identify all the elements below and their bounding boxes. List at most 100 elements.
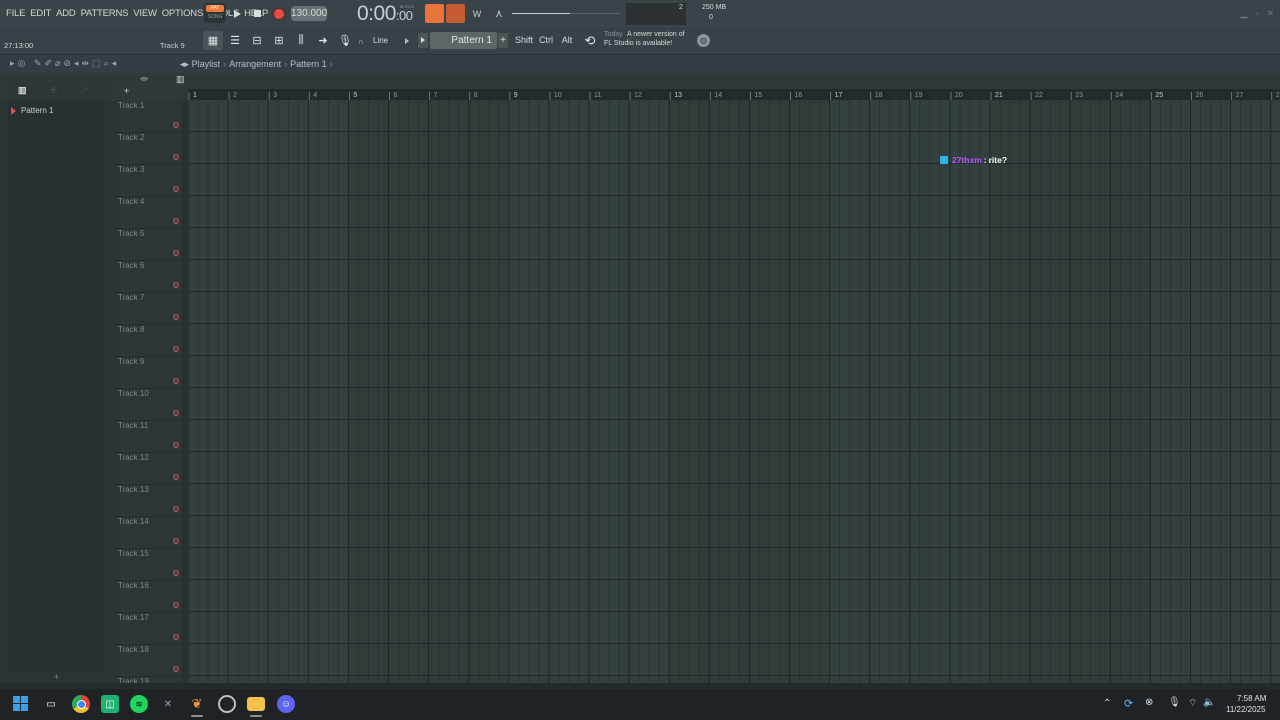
stop-button[interactable]	[248, 5, 266, 22]
microphone-tray-icon[interactable]: 🎙	[1168, 697, 1181, 708]
track-header[interactable]: Track 18	[114, 645, 186, 677]
clock-date[interactable]: 11/22/2025	[1226, 705, 1265, 714]
track-header[interactable]: Track 17	[114, 613, 186, 645]
pattern-prev-button[interactable]	[418, 33, 428, 48]
play-button[interactable]	[228, 5, 246, 22]
sync-icon[interactable]: ⟳	[1124, 697, 1133, 710]
track-header[interactable]: Track 11	[114, 421, 186, 453]
track-header[interactable]: Track 14	[114, 517, 186, 549]
track-mute-icon[interactable]	[173, 538, 179, 544]
mute-tool-icon[interactable]: ⊘	[63, 58, 71, 69]
track-header[interactable]: Track 5	[114, 229, 186, 261]
tray-overflow-icon[interactable]: ⌃	[1103, 698, 1111, 709]
track-resize-handle[interactable]	[182, 357, 186, 389]
slip-tool-icon[interactable]: ◂	[74, 58, 79, 69]
track-resize-handle[interactable]	[182, 389, 186, 421]
picker-automation-icon[interactable]: ⟋	[82, 85, 88, 96]
slice-tool-icon[interactable]: ⇹	[82, 58, 90, 69]
chrome-icon[interactable]	[72, 695, 90, 713]
network-off-icon[interactable]: ⊗	[1145, 697, 1153, 708]
playlist-piano-icon[interactable]: ▥	[176, 74, 185, 85]
track-mute-icon[interactable]	[173, 314, 179, 320]
track-header[interactable]: Track 4	[114, 197, 186, 229]
playlist-menu-icon[interactable]: ▸	[10, 58, 15, 69]
picker-scrollbar[interactable]	[104, 100, 112, 672]
breadcrumb-arrangement[interactable]: Arrangement	[229, 59, 281, 69]
track-mute-icon[interactable]	[173, 506, 179, 512]
wait-for-input-icon[interactable]: W	[468, 5, 486, 23]
track-mute-icon[interactable]	[173, 378, 179, 384]
track-resize-handle[interactable]	[182, 613, 186, 645]
draw-tool-icon[interactable]: ✎	[34, 58, 42, 69]
master-volume-slider[interactable]	[512, 4, 622, 24]
snap-icon[interactable]: ◎	[18, 58, 26, 69]
wifi-icon[interactable]: ⌔	[1188, 697, 1197, 710]
track-mute-icon[interactable]	[173, 154, 179, 160]
track-mute-icon[interactable]	[173, 442, 179, 448]
track-header[interactable]: Track 3	[114, 165, 186, 197]
track-mute-icon[interactable]	[173, 218, 179, 224]
track-mute-icon[interactable]	[173, 186, 179, 192]
add-track-button[interactable]: +	[124, 86, 129, 96]
app-icon[interactable]: ✕	[159, 695, 177, 713]
track-header[interactable]: Track 13	[114, 485, 186, 517]
track-resize-handle[interactable]	[182, 645, 186, 677]
track-header[interactable]: Track 12	[114, 453, 186, 485]
track-mute-icon[interactable]	[173, 122, 179, 128]
menu-file[interactable]: FILE	[6, 8, 25, 19]
maximize-icon[interactable]: ▫	[1255, 8, 1258, 19]
playback-tool-icon[interactable]: ◂	[112, 58, 117, 69]
obs-icon[interactable]	[218, 695, 236, 713]
track-resize-handle[interactable]	[182, 581, 186, 613]
green-app-icon[interactable]: ◫	[101, 695, 119, 713]
paint-tool-icon[interactable]: ✐	[44, 58, 52, 69]
menu-patterns[interactable]: PATTERNS	[81, 8, 129, 19]
track-mute-icon[interactable]	[173, 666, 179, 672]
news-headline-2[interactable]: FL Studio is available!	[604, 40, 672, 47]
track-resize-handle[interactable]	[182, 421, 186, 453]
track-header[interactable]: Track 9	[114, 357, 186, 389]
track-header[interactable]: Track 8	[114, 325, 186, 357]
track-resize-handle[interactable]	[182, 165, 186, 197]
track-resize-handle[interactable]	[182, 485, 186, 517]
ctrl-button[interactable]: Ctrl	[537, 33, 555, 48]
select-tool-icon[interactable]: ⬚	[92, 58, 101, 69]
pat-song-toggle[interactable]: PAT SONG	[204, 3, 226, 23]
clock-time[interactable]: 7:58 AM	[1237, 694, 1266, 703]
track-mute-icon[interactable]	[173, 282, 179, 288]
pattern-list-item[interactable]: Pattern 1	[8, 104, 104, 118]
playlist-grid[interactable]	[188, 100, 1280, 683]
breadcrumb-playlist[interactable]: Playlist	[192, 59, 221, 69]
track-mute-icon[interactable]	[173, 602, 179, 608]
pat-mode[interactable]: PAT	[206, 5, 224, 12]
record-button[interactable]	[270, 5, 288, 22]
menu-view[interactable]: VIEW	[133, 8, 157, 19]
track-mute-icon[interactable]	[173, 570, 179, 576]
track-mute-icon[interactable]	[173, 250, 179, 256]
menu-options[interactable]: OPTIONS	[162, 8, 204, 19]
track-header[interactable]: Track 1	[114, 101, 186, 133]
shift-button[interactable]: Shift	[514, 33, 534, 48]
track-resize-handle[interactable]	[182, 261, 186, 293]
playlist-view-icon[interactable]: ▦	[203, 31, 223, 50]
track-resize-handle[interactable]	[182, 197, 186, 229]
tempo-display[interactable]: 130.000	[291, 6, 327, 21]
start-button-icon[interactable]	[12, 695, 30, 713]
mixer-icon[interactable]: ⫼	[291, 31, 311, 50]
menu-edit[interactable]: EDIT	[30, 8, 51, 19]
track-header[interactable]: Track 2	[114, 133, 186, 165]
track-resize-handle[interactable]	[182, 293, 186, 325]
piano-roll-icon[interactable]: ⊟	[247, 31, 267, 50]
discord-icon[interactable]: ☺	[277, 695, 295, 713]
close-icon[interactable]: ✕	[1266, 8, 1274, 19]
zoom-tool-icon[interactable]: ⌕	[104, 58, 109, 69]
track-mute-icon[interactable]	[173, 474, 179, 480]
picker-patterns-icon[interactable]: ▥	[18, 85, 32, 96]
track-resize-handle[interactable]	[182, 229, 186, 261]
track-resize-handle[interactable]	[182, 101, 186, 133]
track-mute-icon[interactable]	[173, 634, 179, 640]
volume-icon[interactable]: 🔈	[1203, 697, 1215, 708]
arrow-icon[interactable]: ➜	[313, 31, 333, 50]
track-header[interactable]: Track 10	[114, 389, 186, 421]
breadcrumb-arrows-icon[interactable]: ◂▸	[180, 59, 189, 69]
